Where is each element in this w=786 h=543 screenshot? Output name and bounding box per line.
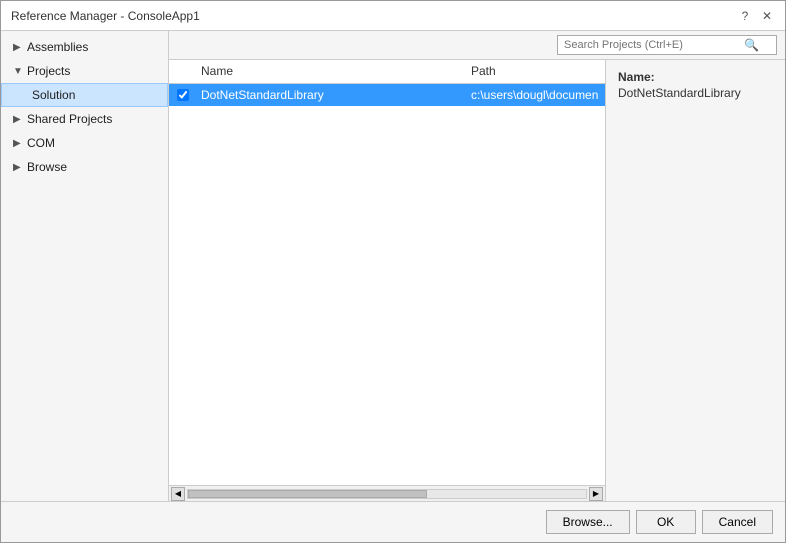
name-value: DotNetStandardLibrary — [618, 86, 773, 100]
arrow-icon: ▶ — [13, 42, 23, 53]
col-header-path: Path — [467, 64, 605, 79]
cancel-button[interactable]: Cancel — [702, 510, 773, 534]
sidebar-item-com[interactable]: ▶ COM — [1, 131, 168, 155]
title-bar-controls: ? ✕ — [737, 8, 775, 24]
sidebar-label-assemblies: Assemblies — [27, 40, 88, 54]
scroll-right-button[interactable]: ▶ — [589, 487, 603, 501]
search-box: 🔍 — [557, 35, 777, 55]
arrow-icon-browse: ▶ — [13, 162, 23, 173]
sidebar-label-projects: Projects — [27, 64, 70, 78]
scroll-track[interactable] — [187, 489, 587, 499]
content-area: ▶ Assemblies ▼ Projects Solution ▶ Share… — [1, 31, 785, 501]
row-checkbox[interactable] — [177, 89, 189, 101]
scroll-left-button[interactable]: ◀ — [171, 487, 185, 501]
horizontal-scrollbar: ◀ ▶ — [169, 485, 605, 501]
table-header: Name Path — [169, 60, 605, 84]
table-body: DotNetStandardLibrary c:\users\dougl\doc… — [169, 84, 605, 485]
sidebar-item-browse[interactable]: ▶ Browse — [1, 155, 168, 179]
arrow-icon-com: ▶ — [13, 138, 23, 149]
col-header-check — [169, 64, 197, 79]
help-button[interactable]: ? — [737, 8, 753, 24]
toolbar: 🔍 — [169, 31, 785, 60]
main-area: 🔍 Name Path D — [169, 31, 785, 501]
close-button[interactable]: ✕ — [759, 8, 775, 24]
arrow-icon-projects: ▼ — [13, 66, 23, 77]
sidebar-item-shared-projects[interactable]: ▶ Shared Projects — [1, 107, 168, 131]
cell-name: DotNetStandardLibrary — [197, 88, 467, 102]
col-header-name: Name — [197, 64, 467, 79]
table-and-panel: Name Path DotNetStandardLibrary c:\users… — [169, 60, 785, 501]
browse-button[interactable]: Browse... — [546, 510, 630, 534]
sidebar: ▶ Assemblies ▼ Projects Solution ▶ Share… — [1, 31, 169, 501]
table-area: Name Path DotNetStandardLibrary c:\users… — [169, 60, 605, 501]
sidebar-label-com: COM — [27, 136, 55, 150]
sidebar-item-assemblies[interactable]: ▶ Assemblies — [1, 35, 168, 59]
sidebar-label-browse: Browse — [27, 160, 67, 174]
search-input[interactable] — [564, 39, 744, 51]
scroll-thumb — [188, 490, 427, 498]
sidebar-item-solution[interactable]: Solution — [1, 83, 168, 107]
footer: Browse... OK Cancel — [1, 501, 785, 542]
dialog: Reference Manager - ConsoleApp1 ? ✕ ▶ As… — [0, 0, 786, 543]
sidebar-label-shared-projects: Shared Projects — [27, 112, 112, 126]
arrow-icon-shared: ▶ — [13, 114, 23, 125]
name-label: Name: — [618, 70, 773, 84]
right-panel: Name: DotNetStandardLibrary — [605, 60, 785, 501]
table-row[interactable]: DotNetStandardLibrary c:\users\dougl\doc… — [169, 84, 605, 106]
cell-check — [169, 89, 197, 101]
search-icon: 🔍 — [744, 38, 759, 52]
title-bar: Reference Manager - ConsoleApp1 ? ✕ — [1, 1, 785, 31]
cell-path: c:\users\dougl\documen — [467, 88, 605, 102]
dialog-title: Reference Manager - ConsoleApp1 — [11, 9, 200, 23]
ok-button[interactable]: OK — [636, 510, 696, 534]
sidebar-label-solution: Solution — [32, 88, 75, 102]
sidebar-item-projects[interactable]: ▼ Projects — [1, 59, 168, 83]
